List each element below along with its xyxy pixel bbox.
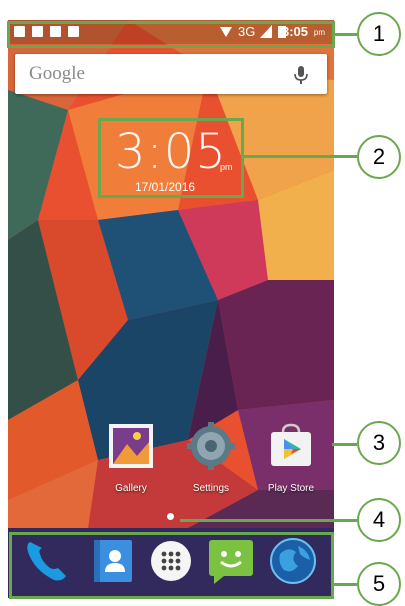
callout-box-status-bar — [7, 21, 335, 48]
callout-number: 2 — [357, 135, 401, 179]
app-label: Play Store — [267, 483, 315, 494]
callout-number: 5 — [357, 562, 401, 606]
app-label: Gallery — [115, 483, 147, 494]
mic-icon[interactable] — [291, 64, 311, 86]
app-play-store[interactable]: Play Store — [256, 422, 326, 494]
settings-gear-icon — [187, 422, 235, 470]
callout-line — [332, 443, 357, 446]
callout-line — [335, 33, 357, 36]
callout-number: 1 — [357, 12, 401, 56]
wallpaper — [8, 20, 334, 598]
phone-screen: 3G 3:05 pm Google 3:05 pm 17/01/2016 Gal… — [8, 20, 334, 598]
google-search-bar[interactable]: Google — [15, 54, 327, 94]
callout-line — [334, 583, 357, 586]
gallery-icon — [109, 424, 153, 468]
callout-line — [244, 155, 357, 158]
play-store-icon — [271, 423, 311, 466]
app-label: Settings — [192, 483, 230, 494]
google-logo: Google — [29, 63, 85, 84]
callout-number: 3 — [357, 421, 401, 465]
app-settings[interactable]: Settings — [176, 422, 246, 494]
callout-number: 4 — [357, 498, 401, 542]
callout-box-dock — [9, 532, 334, 599]
callout-line — [180, 519, 357, 522]
page-indicator-dot[interactable] — [167, 513, 174, 520]
callout-box-clock — [98, 118, 244, 198]
app-gallery[interactable]: Gallery — [96, 422, 166, 494]
